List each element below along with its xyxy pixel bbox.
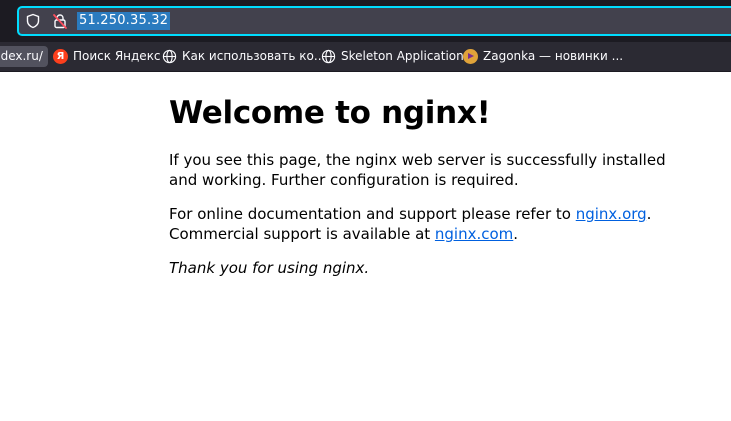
shield-icon[interactable] [25, 13, 41, 29]
bookmark-label: Поиск Яндекс [73, 49, 161, 63]
globe-icon [162, 49, 177, 64]
commercial-text: . [513, 225, 519, 243]
globe-icon [321, 49, 336, 64]
support-text: . [646, 205, 652, 223]
bookmark-zagonka[interactable]: Zagonka — новинки ... [463, 46, 623, 67]
bookmark-label: Как использовать ко... [182, 49, 326, 63]
intro-paragraph: If you see this page, the nginx web serv… [169, 151, 666, 189]
thank-you-paragraph: Thank you for using nginx. [169, 259, 370, 277]
bookmark-label: Skeleton Application [341, 49, 464, 63]
browser-chrome: 51.250.35.32 ndex.ru/ Я Поиск Яндекс Как… [0, 0, 731, 72]
url-text[interactable]: 51.250.35.32 [77, 12, 171, 30]
insecure-lock-icon[interactable] [52, 13, 68, 29]
page-title: Welcome to nginx! [169, 95, 491, 131]
bookmark-label: ndex.ru/ [0, 49, 43, 63]
bookmarks-toolbar: ndex.ru/ Я Поиск Яндекс Как использовать… [0, 42, 731, 71]
support-text: For online documentation and support ple… [169, 205, 576, 223]
page-viewport: Welcome to nginx! If you see this page, … [0, 72, 731, 421]
commercial-text: Commercial support is available at [169, 225, 435, 243]
url-bar[interactable]: 51.250.35.32 [17, 6, 731, 36]
yandex-icon: Я [53, 49, 68, 64]
support-paragraph: For online documentation and support ple… [169, 204, 689, 244]
bookmark-yandex-ru[interactable]: ndex.ru/ [0, 46, 48, 67]
bookmark-poisk-yandex[interactable]: Я Поиск Яндекс [53, 46, 161, 67]
toolbar: 51.250.35.32 [0, 0, 731, 42]
bookmark-label: Zagonka — новинки ... [483, 49, 624, 63]
bookmark-skeleton-application[interactable]: Skeleton Application [321, 46, 464, 67]
bookmark-kak-ispolzovat[interactable]: Как использовать ко... [162, 46, 325, 67]
page-content: Welcome to nginx! If you see this page, … [169, 72, 689, 278]
nginx-org-link[interactable]: nginx.org [576, 205, 647, 223]
zagonka-icon [463, 49, 478, 64]
nginx-com-link[interactable]: nginx.com [435, 225, 513, 243]
